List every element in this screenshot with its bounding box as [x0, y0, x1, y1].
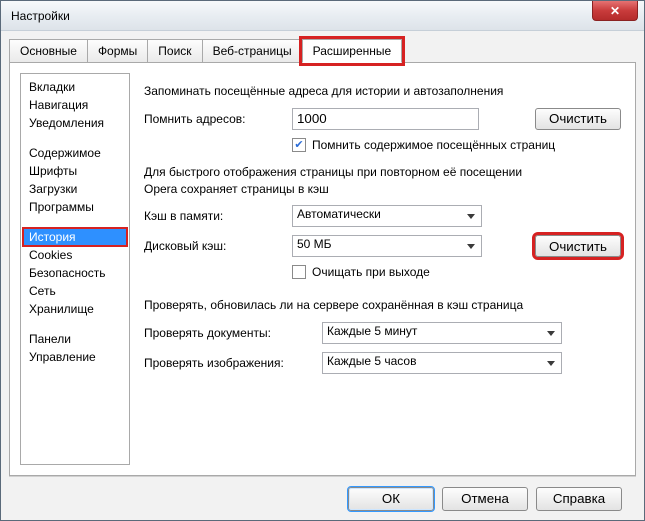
tab-label: Поиск: [158, 44, 191, 58]
sidebar-item-storage[interactable]: Хранилище: [23, 300, 127, 318]
sidebar-item-downloads[interactable]: Загрузки: [23, 180, 127, 198]
sidebar-item-management[interactable]: Управление: [23, 348, 127, 366]
tabpanel-advanced: Вкладки Навигация Уведомления Содержимое…: [9, 62, 636, 476]
select-value: Каждые 5 часов: [327, 354, 416, 368]
ok-button[interactable]: ОК: [348, 487, 434, 511]
cache-desc: Для быстрого отображения страницы при по…: [144, 164, 621, 198]
disk-cache-label: Дисковый кэш:: [144, 239, 284, 253]
addresses-label: Помнить адресов:: [144, 112, 284, 126]
titlebar: Настройки ✕: [1, 1, 644, 31]
help-button[interactable]: Справка: [536, 487, 622, 511]
sidebar-item-cookies[interactable]: Cookies: [23, 246, 127, 264]
disk-cache-select[interactable]: 50 МБ: [292, 235, 482, 257]
footer: ОК Отмена Справка: [9, 476, 636, 520]
sidebar-item-security[interactable]: Безопасность: [23, 264, 127, 282]
sidebar-item-navigation[interactable]: Навигация: [23, 96, 127, 114]
check-docs-select[interactable]: Каждые 5 минут: [322, 322, 562, 344]
sidebar-item-label: Вкладки: [29, 80, 75, 94]
sidebar-item-tabs[interactable]: Вкладки: [23, 78, 127, 96]
sidebar-item-panels[interactable]: Панели: [23, 330, 127, 348]
sidebar-item-label: Безопасность: [29, 266, 106, 280]
check-imgs-label: Проверять изображения:: [144, 356, 314, 370]
sidebar-item-label: Панели: [29, 332, 71, 346]
mem-cache-select[interactable]: Автоматически: [292, 205, 482, 227]
sidebar-item-label: Управление: [29, 350, 96, 364]
tab-label: Формы: [98, 44, 137, 58]
remember-desc: Запоминать посещённые адреса для истории…: [144, 83, 621, 100]
button-label: Отмена: [461, 491, 509, 506]
button-label: ОК: [382, 491, 400, 506]
server-desc: Проверять, обновилась ли на сервере сохр…: [144, 297, 621, 314]
cache-desc-line1: Для быстрого отображения страницы при по…: [144, 165, 522, 179]
sidebar-item-notifications[interactable]: Уведомления: [23, 114, 127, 132]
button-label: Очистить: [549, 239, 607, 254]
sidebar-item-content[interactable]: Содержимое: [23, 144, 127, 162]
cache-desc-line2: Opera сохраняет страницы в кэш: [144, 182, 329, 196]
remember-content-label: Помнить содержимое посещённых страниц: [312, 138, 555, 152]
sidebar-item-label: Содержимое: [29, 146, 101, 160]
cancel-button[interactable]: Отмена: [442, 487, 528, 511]
select-value: Автоматически: [297, 207, 381, 221]
tab-label: Веб-страницы: [213, 44, 292, 58]
settings-window: Настройки ✕ Основные Формы Поиск Веб-стр…: [0, 0, 645, 521]
sidebar-item-label: Навигация: [29, 98, 88, 112]
sidebar: Вкладки Навигация Уведомления Содержимое…: [20, 73, 130, 465]
sidebar-item-fonts[interactable]: Шрифты: [23, 162, 127, 180]
tabs: Основные Формы Поиск Веб-страницы Расшир…: [9, 39, 636, 63]
sidebar-item-network[interactable]: Сеть: [23, 282, 127, 300]
sidebar-item-label: Сеть: [29, 284, 56, 298]
tab-basic[interactable]: Основные: [9, 39, 88, 63]
tab-search[interactable]: Поиск: [147, 39, 202, 63]
clear-addresses-button[interactable]: Очистить: [535, 108, 621, 130]
clear-on-exit-label: Очищать при выходе: [312, 265, 430, 279]
sidebar-item-label: Уведомления: [29, 116, 104, 130]
sidebar-item-label: История: [29, 230, 76, 244]
clear-disk-cache-button[interactable]: Очистить: [535, 235, 621, 257]
select-value: Каждые 5 минут: [327, 324, 417, 338]
addresses-input[interactable]: [292, 108, 479, 130]
tab-label: Основные: [20, 44, 77, 58]
check-imgs-select[interactable]: Каждые 5 часов: [322, 352, 562, 374]
sidebar-item-label: Программы: [29, 200, 94, 214]
sidebar-item-label: Загрузки: [29, 182, 77, 196]
sidebar-item-history[interactable]: История: [23, 228, 127, 246]
close-icon: ✕: [610, 4, 620, 18]
tab-forms[interactable]: Формы: [87, 39, 148, 63]
sidebar-item-programs[interactable]: Программы: [23, 198, 127, 216]
tab-advanced[interactable]: Расширенные: [302, 39, 403, 63]
tab-webpages[interactable]: Веб-страницы: [202, 39, 303, 63]
button-label: Справка: [553, 491, 605, 506]
button-label: Очистить: [549, 111, 607, 126]
remember-content-checkbox[interactable]: ✔: [292, 138, 306, 152]
mem-cache-label: Кэш в памяти:: [144, 209, 284, 223]
sidebar-item-label: Хранилище: [29, 302, 94, 316]
clear-on-exit-checkbox[interactable]: [292, 265, 306, 279]
sidebar-item-label: Cookies: [29, 248, 72, 262]
tab-label: Расширенные: [313, 44, 392, 58]
sidebar-item-label: Шрифты: [29, 164, 77, 178]
window-title: Настройки: [11, 9, 70, 23]
check-docs-label: Проверять документы:: [144, 326, 314, 340]
select-value: 50 МБ: [297, 237, 332, 251]
content-history: Запоминать посещённые адреса для истории…: [140, 73, 625, 465]
client-area: Основные Формы Поиск Веб-страницы Расшир…: [1, 31, 644, 520]
close-button[interactable]: ✕: [592, 1, 638, 21]
